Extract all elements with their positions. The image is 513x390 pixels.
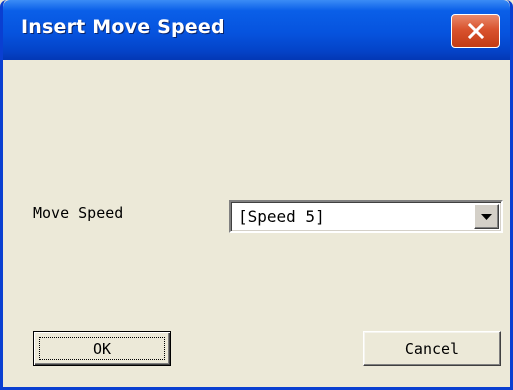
move-speed-label: Move Speed [33,204,124,222]
dialog-title: Insert Move Speed [21,16,225,38]
ok-button[interactable]: OK [33,331,171,366]
dropdown-button[interactable] [474,204,499,229]
ok-button-label: OK [92,339,112,358]
close-icon [467,23,485,39]
cancel-button[interactable]: Cancel [363,331,501,366]
insert-move-speed-dialog: Insert Move Speed Move Speed [Speed 5] O… [0,0,513,390]
move-speed-value: [Speed 5] [238,207,325,226]
focus-ring: OK [39,337,165,360]
chevron-down-icon [481,208,492,226]
title-bar[interactable]: Insert Move Speed [3,0,510,60]
move-speed-select[interactable]: [Speed 5] [229,200,503,233]
close-button[interactable] [451,14,500,48]
cancel-button-label: Cancel [404,339,460,358]
